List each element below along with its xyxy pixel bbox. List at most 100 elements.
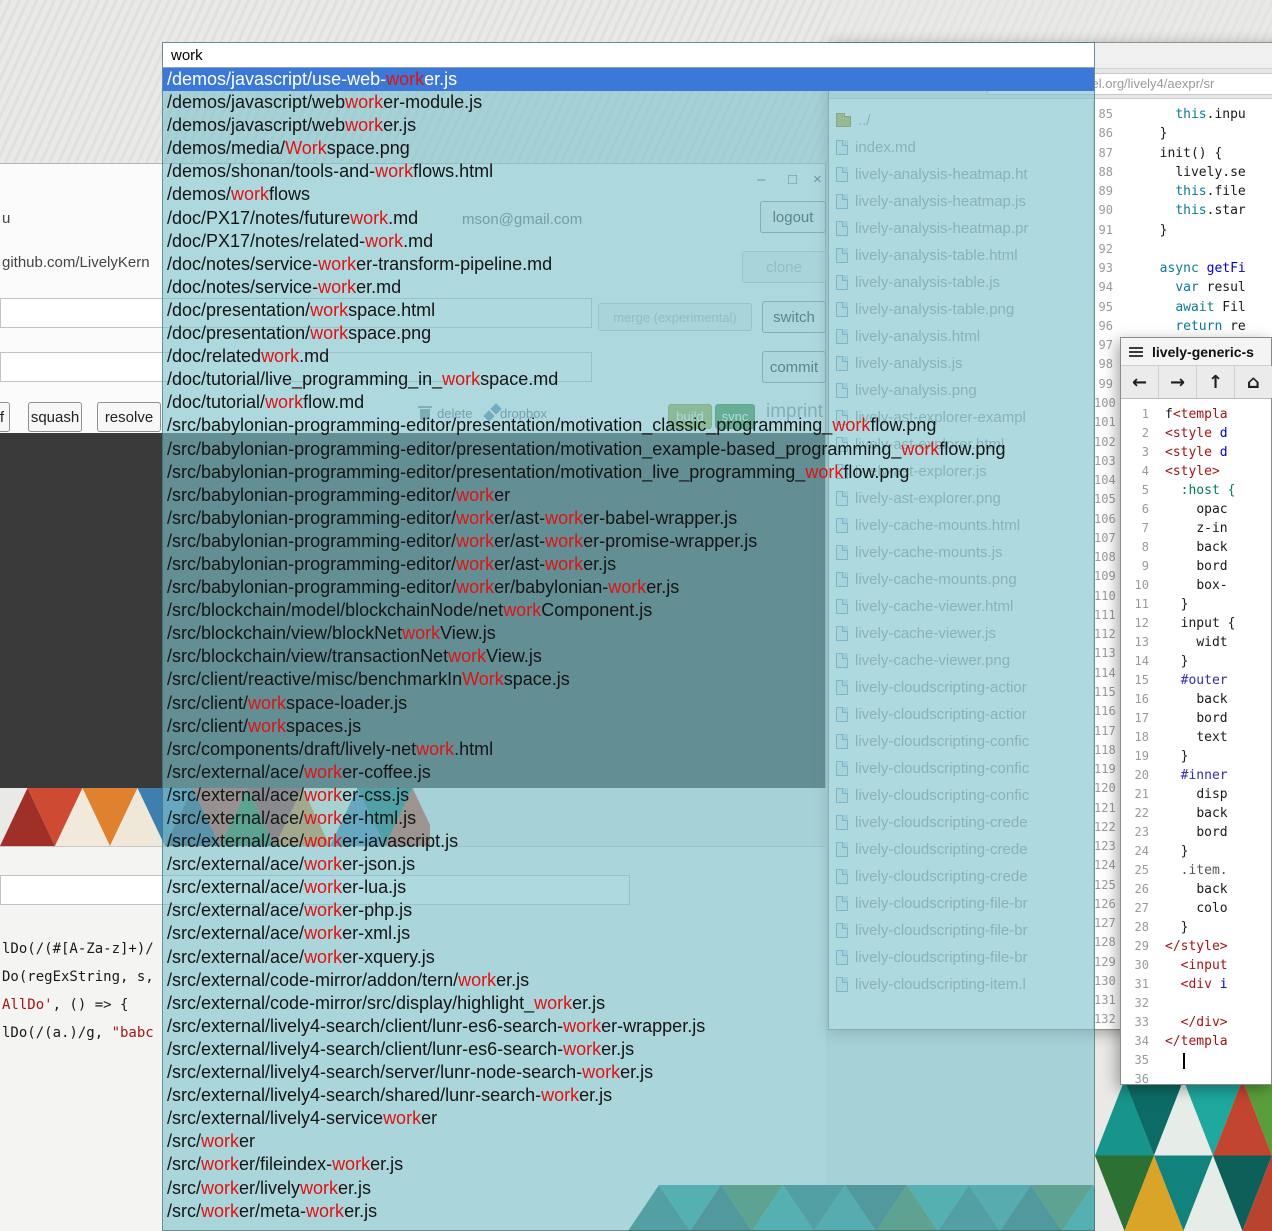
search-input[interactable] — [163, 43, 1094, 68]
code-line: 36 — [1121, 1070, 1271, 1084]
search-result-item[interactable]: /doc/presentation/workspace.png — [163, 322, 1094, 345]
desktop: – □ × u mson@gmail.com logout github.com… — [0, 0, 1272, 1231]
back-icon[interactable]: ← — [1121, 366, 1159, 398]
code-line: 26 back — [1121, 880, 1271, 899]
desktop-texture — [830, 0, 1272, 42]
search-result-item[interactable]: /demos/media/Workspace.png — [163, 137, 1094, 160]
code-line: 20 #inner — [1121, 766, 1271, 785]
search-result-item[interactable]: /doc/notes/service-worker.md — [163, 276, 1094, 299]
code-line: 94 var resul — [1094, 278, 1272, 297]
code-line: 2<style d — [1121, 424, 1271, 443]
search-result-item[interactable]: /demos/javascript/webworker-module.js — [163, 91, 1094, 114]
search-result-item[interactable]: /src/blockchain/view/transactionNetworkV… — [163, 645, 1094, 668]
editor2-title: lively-generic-s — [1152, 344, 1254, 360]
search-result-item[interactable]: /doc/notes/service-worker-transform-pipe… — [163, 253, 1094, 276]
search-result-item[interactable]: /src/babylonian-programming-editor/worke… — [163, 530, 1094, 553]
search-result-item[interactable]: /src/client/workspace-loader.js — [163, 692, 1094, 715]
resolve-button[interactable]: resolve — [97, 402, 161, 432]
search-result-item[interactable]: /src/external/code-mirror/addon/tern/wor… — [163, 969, 1094, 992]
search-result-item[interactable]: /doc/tutorial/workflow.md — [163, 391, 1094, 414]
up-icon[interactable]: ↑ — [1197, 366, 1235, 398]
code-line: 96 return re — [1094, 317, 1272, 336]
code-line: 12 input { — [1121, 614, 1271, 633]
code-line: 21 disp — [1121, 785, 1271, 804]
search-result-item[interactable]: /src/external/lively4-search/server/lunr… — [163, 1061, 1094, 1084]
search-result-item[interactable]: /demos/javascript/use-web-worker.js — [163, 68, 1094, 91]
squash-button[interactable]: squash — [28, 402, 82, 432]
code-line: 27 colo — [1121, 899, 1271, 918]
search-result-item[interactable]: /src/worker/fileindex-worker.js — [163, 1153, 1094, 1176]
code-line: 3<style d — [1121, 443, 1271, 462]
code-line: 18 text — [1121, 728, 1271, 747]
code-line: 4<style> — [1121, 462, 1271, 481]
search-result-item[interactable]: /src/external/ace/worker-html.js — [163, 807, 1094, 830]
search-result-item[interactable]: /src/blockchain/view/blockNetworkView.js — [163, 622, 1094, 645]
code-line: 33 </div> — [1121, 1013, 1271, 1032]
search-result-item[interactable]: /src/external/ace/worker-lua.js — [163, 876, 1094, 899]
search-result-item[interactable]: /src/external/ace/worker-xml.js — [163, 922, 1094, 945]
search-result-item[interactable]: /doc/PX17/notes/related-work.md — [163, 230, 1094, 253]
code-line: 17 bord — [1121, 709, 1271, 728]
search-result-item[interactable]: /src/external/ace/worker-xquery.js — [163, 946, 1094, 969]
code-line: 11 } — [1121, 595, 1271, 614]
search-result-item[interactable]: /src/babylonian-programming-editor/prese… — [163, 414, 1094, 437]
text-cursor — [1183, 1053, 1185, 1069]
search-result-item[interactable]: /src/external/ace/worker-php.js — [163, 899, 1094, 922]
code-line: 89 this.file — [1094, 182, 1272, 201]
code-line: 95 await Fil — [1094, 298, 1272, 317]
search-result-item[interactable]: /src/external/lively4-serviceworker — [163, 1107, 1094, 1130]
search-result-item[interactable]: /src/external/lively4-search/client/lunr… — [163, 1038, 1094, 1061]
search-result-item[interactable]: /src/worker — [163, 1130, 1094, 1153]
code-line: 6 opac — [1121, 500, 1271, 519]
search-result-item[interactable]: /src/external/code-mirror/src/display/hi… — [163, 992, 1094, 1015]
repo-url-text: github.com/LivelyKern — [2, 254, 150, 271]
search-result-item[interactable]: /src/external/lively4-search/client/lunr… — [163, 1015, 1094, 1038]
search-result-item[interactable]: /src/babylonian-programming-editor/worke… — [163, 553, 1094, 576]
search-result-item[interactable]: /src/babylonian-programming-editor/prese… — [163, 461, 1094, 484]
username-fragment: u — [2, 210, 10, 227]
code-line: 19 } — [1121, 747, 1271, 766]
search-result-item[interactable]: /src/babylonian-programming-editor/worke… — [163, 576, 1094, 599]
search-result-item[interactable]: /src/external/ace/worker-javascript.js — [163, 830, 1094, 853]
search-results: /demos/javascript/use-web-worker.js/demo… — [163, 68, 1094, 1223]
template-editor[interactable]: 1f<templa2<style d3<style d4<style>5 :ho… — [1121, 399, 1271, 1084]
search-result-item[interactable]: /src/worker/meta-worker.js — [163, 1200, 1094, 1223]
search-result-item[interactable]: /demos/shonan/tools-and-workflows.html — [163, 160, 1094, 183]
code-line: 14 } — [1121, 652, 1271, 671]
code-line: 31 <div i — [1121, 975, 1271, 994]
code-line: 7 z-in — [1121, 519, 1271, 538]
search-result-item[interactable]: /src/external/ace/worker-coffee.js — [163, 761, 1094, 784]
search-result-item[interactable]: /doc/relatedwork.md — [163, 345, 1094, 368]
search-result-item[interactable]: /src/babylonian-programming-editor/worke… — [163, 484, 1094, 507]
search-result-item[interactable]: /src/blockchain/model/blockchainNode/net… — [163, 599, 1094, 622]
code-line: 85 this.inpu — [1094, 105, 1272, 124]
code-line: 90 this.star — [1094, 201, 1272, 220]
search-result-item[interactable]: /doc/PX17/notes/futurework.md — [163, 207, 1094, 230]
search-result-item[interactable]: /demos/workflows — [163, 183, 1094, 206]
search-result-item[interactable]: /src/client/workspaces.js — [163, 715, 1094, 738]
code-line: 35 — [1121, 1051, 1271, 1070]
code-line: 28 } — [1121, 918, 1271, 937]
search-result-item[interactable]: /doc/tutorial/live_programming_in_worksp… — [163, 368, 1094, 391]
code-line: 30 <input — [1121, 956, 1271, 975]
menu-icon[interactable] — [1129, 347, 1143, 357]
code-line: 92 — [1094, 240, 1272, 259]
search-result-item[interactable]: /src/components/draft/lively-network.htm… — [163, 738, 1094, 761]
search-result-item[interactable]: /demos/javascript/webworker.js — [163, 114, 1094, 137]
search-result-item[interactable]: /src/babylonian-programming-editor/prese… — [163, 438, 1094, 461]
code-line: 32 — [1121, 994, 1271, 1013]
code-line: 29</style> — [1121, 937, 1271, 956]
search-result-item[interactable]: /src/babylonian-programming-editor/worke… — [163, 507, 1094, 530]
search-result-item[interactable]: /src/external/lively4-search/shared/lunr… — [163, 1084, 1094, 1107]
forward-icon[interactable]: → — [1159, 366, 1197, 398]
template-editor-window: lively-generic-s ← → ↑ ⌂ 1f<templa2<styl… — [1120, 337, 1272, 1085]
clipped-button[interactable]: f — [0, 402, 10, 432]
search-result-item[interactable]: /doc/presentation/workspace.html — [163, 299, 1094, 322]
code-line: 10 box- — [1121, 576, 1271, 595]
search-result-item[interactable]: /src/client/reactive/misc/benchmarkInWor… — [163, 668, 1094, 691]
search-result-item[interactable]: /src/external/ace/worker-css.js — [163, 784, 1094, 807]
code-line: 87 init() { — [1094, 144, 1272, 163]
home-icon[interactable]: ⌂ — [1235, 366, 1272, 398]
search-result-item[interactable]: /src/worker/livelyworker.js — [163, 1177, 1094, 1200]
search-result-item[interactable]: /src/external/ace/worker-json.js — [163, 853, 1094, 876]
